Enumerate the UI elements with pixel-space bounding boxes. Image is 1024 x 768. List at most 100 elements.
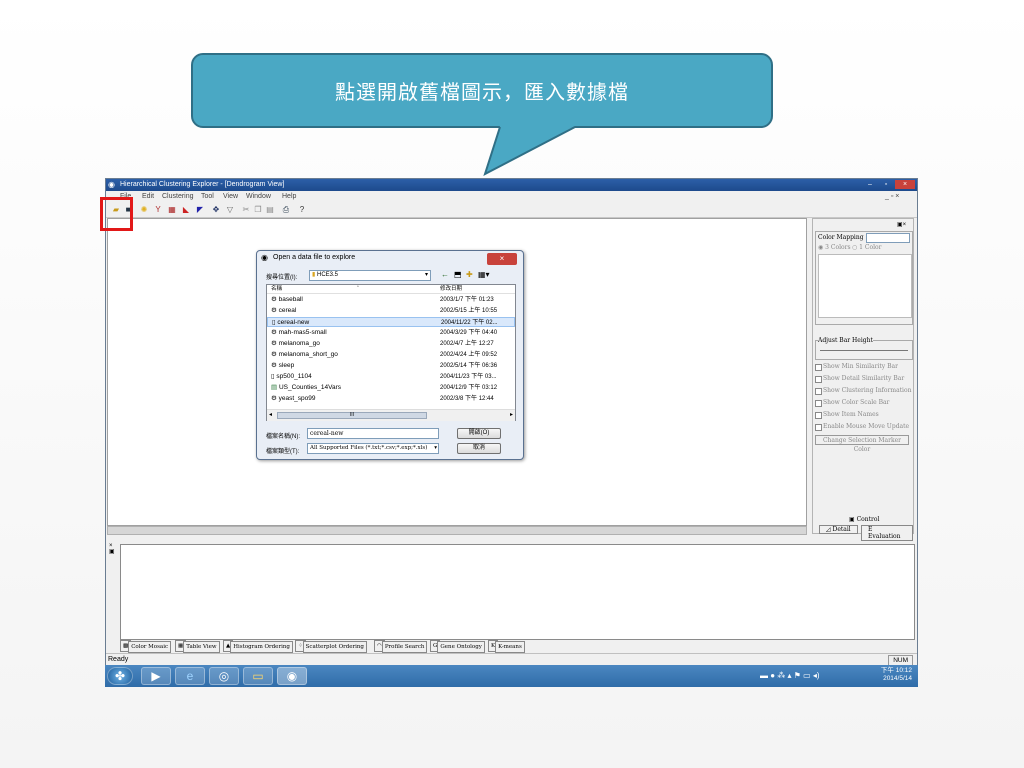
item-names-checkbox[interactable] bbox=[815, 412, 822, 419]
file-name: sleep bbox=[278, 362, 295, 369]
date-column-header[interactable]: 修改日期 bbox=[440, 285, 462, 293]
back-icon[interactable]: ← bbox=[441, 270, 449, 279]
file-row[interactable]: ⚙ mah-mas5-small 2004/3/29 下午 04:40 bbox=[267, 328, 515, 338]
file-list-scrollbar[interactable]: ◂ III ▸ bbox=[267, 409, 515, 421]
tab-color-mosaic[interactable]: ▩ Color Mosaic bbox=[120, 640, 172, 653]
file-row[interactable]: ⚙ melanoma_short_go 2002/4/24 上午 09:52 bbox=[267, 350, 515, 360]
detail-similarity-checkbox[interactable] bbox=[815, 376, 822, 383]
name-column-header[interactable]: 名稱 bbox=[271, 285, 282, 293]
control-tab[interactable]: ▣ Control bbox=[849, 516, 879, 523]
color-scale-checkbox[interactable] bbox=[815, 400, 822, 407]
file-row[interactable]: ⚙ baseball 2003/1/7 下午 01:23 bbox=[267, 295, 515, 305]
help-icon[interactable]: ? bbox=[297, 205, 307, 215]
file-date: 2004/11/23 下午 03... bbox=[440, 374, 497, 380]
maximize-icon[interactable]: ▫ bbox=[879, 180, 893, 189]
file-explorer-icon[interactable]: ▭ bbox=[243, 667, 273, 685]
file-row[interactable]: ⚙ melanoma_go 2002/4/7 上午 12:27 bbox=[267, 339, 515, 349]
tab-profile-search[interactable]: ◠ Profile Search bbox=[374, 640, 428, 653]
media-player-icon[interactable]: ▶ bbox=[141, 667, 171, 685]
internet-explorer-icon[interactable]: e bbox=[175, 667, 205, 685]
menu-bar: File Edit Clustering Tool View Window He… bbox=[106, 191, 917, 203]
file-row[interactable]: ⚙ cereal 2002/5/15 上午 10:55 bbox=[267, 306, 515, 316]
output-panel-controls[interactable]: × ▣ bbox=[109, 543, 115, 555]
file-row[interactable]: ▤ US_Counties_14Vars 2004/12/9 下午 03:12 bbox=[267, 383, 515, 393]
menu-tool[interactable]: Tool bbox=[201, 191, 214, 203]
detail-tab[interactable]: ◿ Detail bbox=[819, 525, 858, 534]
color-mapping-group: Color Mapping ◉ 3 Colors ○ 1 Color bbox=[815, 231, 913, 325]
clock-time: 下午 10:12 bbox=[880, 667, 912, 674]
hce-taskbar-icon[interactable]: ◉ bbox=[277, 667, 307, 685]
file-row[interactable]: ⚙ yeast_spo99 2002/3/8 下午 12:44 bbox=[267, 394, 515, 404]
open-button[interactable]: 開啟(O) bbox=[457, 428, 501, 439]
color-mapping-dropdown[interactable] bbox=[866, 233, 910, 243]
adjust-bar-slider[interactable] bbox=[820, 350, 908, 351]
dialog-title: Open a data file to explore bbox=[273, 254, 356, 261]
system-tray-icons[interactable]: ▬ ● ⁂ ▴ ⚑ ▭ ◂) bbox=[760, 671, 820, 680]
copy-icon[interactable]: ❐ bbox=[253, 205, 263, 215]
three-colors-label: 3 Colors bbox=[825, 244, 851, 251]
spreadsheet-file-icon: ▤ bbox=[271, 384, 278, 391]
three-colors-radio[interactable]: ◉ 3 Colors bbox=[818, 244, 851, 251]
menu-view[interactable]: View bbox=[223, 191, 238, 203]
tab-histogram-ordering[interactable]: ▲ Histogram Ordering bbox=[223, 640, 293, 653]
new-folder-icon[interactable]: ✚ bbox=[466, 270, 473, 279]
data-file-icon: ⚙ bbox=[271, 340, 277, 347]
start-icon[interactable]: ✤ bbox=[107, 667, 133, 685]
file-row-selected[interactable]: ▯ cereal-new 2004/11/22 下午 02... bbox=[267, 317, 515, 327]
tab-table-view[interactable]: ▦ Table View bbox=[175, 640, 220, 653]
cancel-button[interactable]: 取消 bbox=[457, 443, 501, 454]
cut-icon[interactable]: ✂ bbox=[241, 205, 251, 215]
close-icon[interactable]: × bbox=[895, 180, 915, 189]
filename-input[interactable]: cereal-new bbox=[307, 428, 439, 439]
evaluation-tab[interactable]: E Evaluation bbox=[861, 525, 913, 541]
clustering-info-checkbox[interactable] bbox=[815, 388, 822, 395]
scroll-right-icon[interactable]: ▸ bbox=[510, 411, 513, 418]
tab-table-view-label: Table View bbox=[183, 641, 220, 653]
up-folder-icon[interactable]: ⬒ bbox=[454, 270, 462, 279]
paste-icon[interactable]: ▤ bbox=[265, 205, 275, 215]
change-marker-color-button[interactable]: Change Selection Marker Color bbox=[815, 435, 909, 453]
menu-edit[interactable]: Edit bbox=[142, 191, 154, 203]
minimize-icon[interactable]: – bbox=[863, 180, 877, 189]
data-file-icon: ⚙ bbox=[271, 296, 277, 303]
panel-close-icon[interactable]: ▣× bbox=[897, 221, 906, 228]
clock-date: 2014/5/14 bbox=[883, 675, 912, 682]
min-similarity-checkbox[interactable] bbox=[815, 364, 822, 371]
menu-clustering[interactable]: Clustering bbox=[162, 191, 194, 203]
profile-icon[interactable]: ◤ bbox=[195, 205, 205, 215]
output-panel[interactable] bbox=[120, 544, 915, 640]
dialog-close-icon[interactable]: × bbox=[487, 253, 517, 265]
main-horizontal-scrollbar[interactable] bbox=[107, 526, 807, 535]
clock[interactable]: 下午 10:12 2014/5/14 bbox=[881, 667, 912, 683]
dendrogram-icon[interactable]: Y bbox=[153, 205, 163, 215]
data-file-icon: ⚙ bbox=[271, 329, 277, 336]
scroll-thumb[interactable]: III bbox=[277, 412, 427, 419]
filter-icon[interactable]: ▽ bbox=[225, 205, 235, 215]
grid-icon[interactable]: ▦ bbox=[167, 205, 177, 215]
sun-icon[interactable]: ✺ bbox=[139, 205, 149, 215]
tab-gene-ontology-label: Gene Ontology bbox=[437, 641, 485, 653]
file-date: 2002/5/15 上午 10:55 bbox=[440, 308, 498, 314]
file-row[interactable]: ⚙ sleep 2002/5/14 下午 06:36 bbox=[267, 361, 515, 371]
one-color-label: 1 Color bbox=[859, 244, 882, 251]
look-in-dropdown[interactable]: ▮ HCE3.5 ▾ bbox=[309, 270, 431, 281]
print-icon[interactable]: ⎙ bbox=[281, 205, 291, 215]
file-list[interactable]: 名稱 ˆ 修改日期 ⚙ baseball 2003/1/7 下午 01:23 ⚙ … bbox=[266, 284, 516, 421]
mdi-window-controls[interactable]: _ ▫ × bbox=[885, 191, 899, 203]
open-icon-highlight bbox=[100, 197, 133, 231]
tab-gene-ontology[interactable]: G Gene Ontology bbox=[430, 640, 485, 653]
scroll-left-icon[interactable]: ◂ bbox=[269, 411, 272, 418]
scatter-icon[interactable]: ◣ bbox=[181, 205, 191, 215]
menu-help[interactable]: Help bbox=[282, 191, 296, 203]
tab-scatterplot-ordering[interactable]: ⁘ Scatterplot Ordering bbox=[295, 640, 367, 653]
filetype-dropdown[interactable]: All Supported Files (*.txt;*.csv;*.exp;*… bbox=[307, 443, 439, 454]
mouse-move-checkbox[interactable] bbox=[815, 424, 822, 431]
one-color-radio[interactable]: ○ 1 Color bbox=[852, 244, 881, 251]
view-menu-icon[interactable]: ▦▾ bbox=[478, 270, 490, 279]
file-row[interactable]: ▯ sp500_1104 2004/11/23 下午 03... bbox=[267, 372, 515, 382]
menu-window[interactable]: Window bbox=[246, 191, 271, 203]
move-icon[interactable]: ✥ bbox=[211, 205, 221, 215]
tab-k-means[interactable]: K K-means bbox=[488, 640, 525, 653]
chrome-icon[interactable]: ◎ bbox=[209, 667, 239, 685]
title-bar: ◉ Hierarchical Clustering Explorer - [De… bbox=[106, 179, 917, 191]
